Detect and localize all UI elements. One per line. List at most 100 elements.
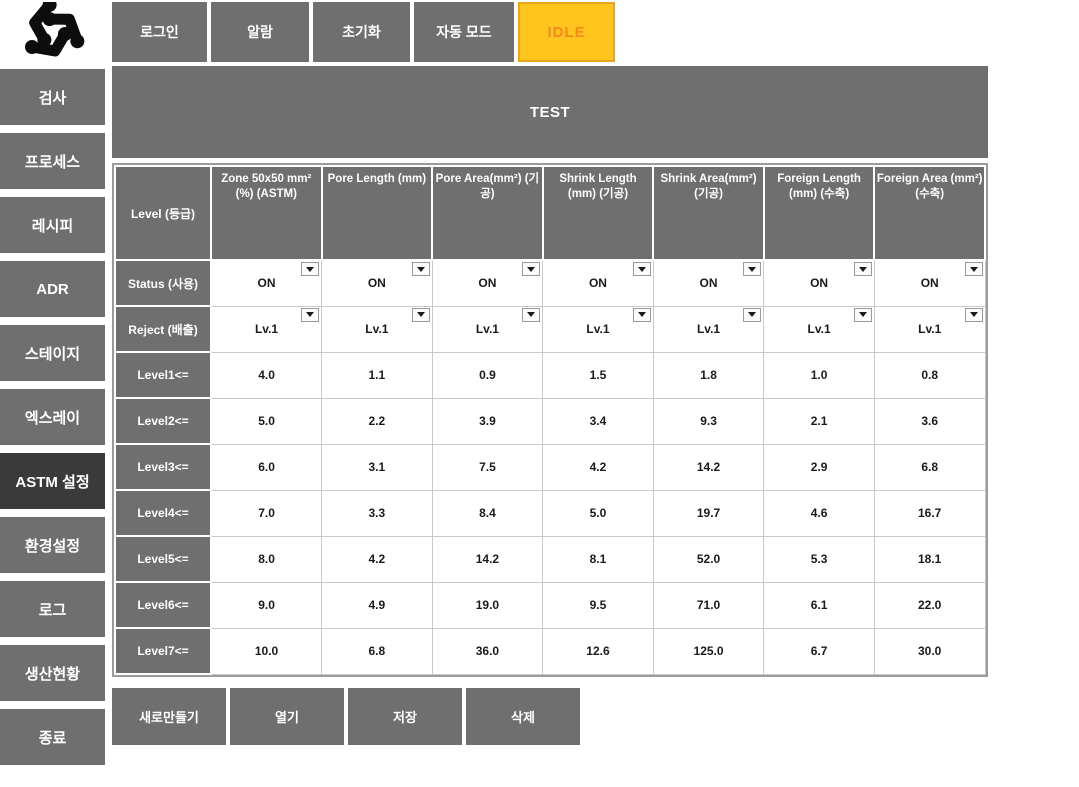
level4-value-col5[interactable]: 19.7 bbox=[653, 490, 764, 536]
level4-value-col2[interactable]: 3.3 bbox=[322, 490, 433, 536]
reject-select-4[interactable]: Lv.1 bbox=[543, 306, 654, 352]
level6-value-col6[interactable]: 6.1 bbox=[764, 582, 875, 628]
combo-value: ON bbox=[368, 276, 386, 290]
level4-value-col6[interactable]: 4.6 bbox=[764, 490, 875, 536]
sidebar-item-inspection[interactable]: 검사 bbox=[0, 69, 105, 125]
reject-select-5[interactable]: Lv.1 bbox=[653, 306, 764, 352]
level3-value-col1[interactable]: 6.0 bbox=[211, 444, 322, 490]
auto-mode-button[interactable]: 자동 모드 bbox=[414, 2, 514, 62]
reject-select-2[interactable]: Lv.1 bbox=[322, 306, 433, 352]
sidebar-item-adr[interactable]: ADR bbox=[0, 261, 105, 317]
level6-value-col4[interactable]: 9.5 bbox=[543, 582, 654, 628]
reject-select-3[interactable]: Lv.1 bbox=[432, 306, 543, 352]
level1-value-col1[interactable]: 4.0 bbox=[211, 352, 322, 398]
open-button[interactable]: 열기 bbox=[230, 688, 344, 745]
level5-value-col6[interactable]: 5.3 bbox=[764, 536, 875, 582]
level1-value-col6[interactable]: 1.0 bbox=[764, 352, 875, 398]
sidebar-item-stage[interactable]: 스테이지 bbox=[0, 325, 105, 381]
sidebar-item-production-status[interactable]: 생산현황 bbox=[0, 645, 105, 701]
sidebar-item-exit[interactable]: 종료 bbox=[0, 709, 105, 765]
level-row-4: Level4<=7.03.38.45.019.74.616.7 bbox=[115, 490, 985, 536]
level3-value-col3[interactable]: 7.5 bbox=[432, 444, 543, 490]
level5-value-col4[interactable]: 8.1 bbox=[543, 536, 654, 582]
combo-arrow-down-icon[interactable] bbox=[412, 262, 430, 276]
combo-arrow-down-icon[interactable] bbox=[965, 262, 983, 276]
level7-value-col1[interactable]: 10.0 bbox=[211, 628, 322, 674]
save-button[interactable]: 저장 bbox=[348, 688, 462, 745]
status-select-2[interactable]: ON bbox=[322, 260, 433, 306]
alarm-button[interactable]: 알람 bbox=[211, 2, 309, 62]
sidebar-item-xray[interactable]: 엑스레이 bbox=[0, 389, 105, 445]
level2-value-col6[interactable]: 2.1 bbox=[764, 398, 875, 444]
level5-value-col2[interactable]: 4.2 bbox=[322, 536, 433, 582]
level7-value-col3[interactable]: 36.0 bbox=[432, 628, 543, 674]
combo-arrow-down-icon[interactable] bbox=[743, 262, 761, 276]
status-select-4[interactable]: ON bbox=[543, 260, 654, 306]
combo-arrow-down-icon[interactable] bbox=[412, 308, 430, 322]
level2-value-col7[interactable]: 3.6 bbox=[874, 398, 985, 444]
level6-value-col3[interactable]: 19.0 bbox=[432, 582, 543, 628]
level2-value-col2[interactable]: 2.2 bbox=[322, 398, 433, 444]
level2-value-col1[interactable]: 5.0 bbox=[211, 398, 322, 444]
level4-value-col3[interactable]: 8.4 bbox=[432, 490, 543, 536]
level1-value-col3[interactable]: 0.9 bbox=[432, 352, 543, 398]
status-select-6[interactable]: ON bbox=[764, 260, 875, 306]
level1-value-col2[interactable]: 1.1 bbox=[322, 352, 433, 398]
level5-value-col5[interactable]: 52.0 bbox=[653, 536, 764, 582]
status-select-5[interactable]: ON bbox=[653, 260, 764, 306]
level4-value-col4[interactable]: 5.0 bbox=[543, 490, 654, 536]
level6-value-col2[interactable]: 4.9 bbox=[322, 582, 433, 628]
level5-value-col3[interactable]: 14.2 bbox=[432, 536, 543, 582]
level4-value-col7[interactable]: 16.7 bbox=[874, 490, 985, 536]
level3-value-col2[interactable]: 3.1 bbox=[322, 444, 433, 490]
reject-select-6[interactable]: Lv.1 bbox=[764, 306, 875, 352]
status-select-3[interactable]: ON bbox=[432, 260, 543, 306]
level6-value-col7[interactable]: 22.0 bbox=[874, 582, 985, 628]
combo-arrow-down-icon[interactable] bbox=[633, 308, 651, 322]
level5-value-col1[interactable]: 8.0 bbox=[211, 536, 322, 582]
delete-button[interactable]: 삭제 bbox=[466, 688, 580, 745]
combo-arrow-down-icon[interactable] bbox=[633, 262, 651, 276]
combo-arrow-down-icon[interactable] bbox=[854, 262, 872, 276]
level1-value-col7[interactable]: 0.8 bbox=[874, 352, 985, 398]
status-select-1[interactable]: ON bbox=[211, 260, 322, 306]
level2-value-col5[interactable]: 9.3 bbox=[653, 398, 764, 444]
level3-value-col7[interactable]: 6.8 bbox=[874, 444, 985, 490]
combo-arrow-down-icon[interactable] bbox=[854, 308, 872, 322]
combo-arrow-down-icon[interactable] bbox=[522, 262, 540, 276]
combo-arrow-down-icon[interactable] bbox=[743, 308, 761, 322]
initialize-button[interactable]: 초기화 bbox=[313, 2, 410, 62]
level7-value-col4[interactable]: 12.6 bbox=[543, 628, 654, 674]
level1-value-col4[interactable]: 1.5 bbox=[543, 352, 654, 398]
level7-value-col5[interactable]: 125.0 bbox=[653, 628, 764, 674]
level6-value-col5[interactable]: 71.0 bbox=[653, 582, 764, 628]
new-button[interactable]: 새로만들기 bbox=[112, 688, 226, 745]
level3-value-col4[interactable]: 4.2 bbox=[543, 444, 654, 490]
status-select-7[interactable]: ON bbox=[874, 260, 985, 306]
level4-value-col1[interactable]: 7.0 bbox=[211, 490, 322, 536]
sidebar-item-environment-settings[interactable]: 환경설정 bbox=[0, 517, 105, 573]
level2-value-col3[interactable]: 3.9 bbox=[432, 398, 543, 444]
sidebar-item-astm-settings[interactable]: ASTM 설정 bbox=[0, 453, 105, 509]
level7-value-col6[interactable]: 6.7 bbox=[764, 628, 875, 674]
level1-value-col5[interactable]: 1.8 bbox=[653, 352, 764, 398]
level7-value-col7[interactable]: 30.0 bbox=[874, 628, 985, 674]
sidebar-item-recipe[interactable]: 레시피 bbox=[0, 197, 105, 253]
reject-select-1[interactable]: Lv.1 bbox=[211, 306, 322, 352]
sidebar-item-log[interactable]: 로그 bbox=[0, 581, 105, 637]
sidebar: 검사프로세스레시피 ADR 스테이지엑스레이 ASTM 설정환경설정로그생산현황종료 bbox=[0, 69, 105, 765]
combo-arrow-down-icon[interactable] bbox=[965, 308, 983, 322]
level7-value-col2[interactable]: 6.8 bbox=[322, 628, 433, 674]
login-button[interactable]: 로그인 bbox=[112, 2, 207, 62]
combo-arrow-down-icon[interactable] bbox=[522, 308, 540, 322]
level5-value-col7[interactable]: 18.1 bbox=[874, 536, 985, 582]
level3-value-col6[interactable]: 2.9 bbox=[764, 444, 875, 490]
combo-arrow-down-icon[interactable] bbox=[301, 308, 319, 322]
level2-value-col4[interactable]: 3.4 bbox=[543, 398, 654, 444]
combo-arrow-down-icon[interactable] bbox=[301, 262, 319, 276]
level6-value-col1[interactable]: 9.0 bbox=[211, 582, 322, 628]
sidebar-item-process[interactable]: 프로세스 bbox=[0, 133, 105, 189]
recipe-title-bar: TEST bbox=[112, 66, 988, 158]
level3-value-col5[interactable]: 14.2 bbox=[653, 444, 764, 490]
reject-select-7[interactable]: Lv.1 bbox=[874, 306, 985, 352]
